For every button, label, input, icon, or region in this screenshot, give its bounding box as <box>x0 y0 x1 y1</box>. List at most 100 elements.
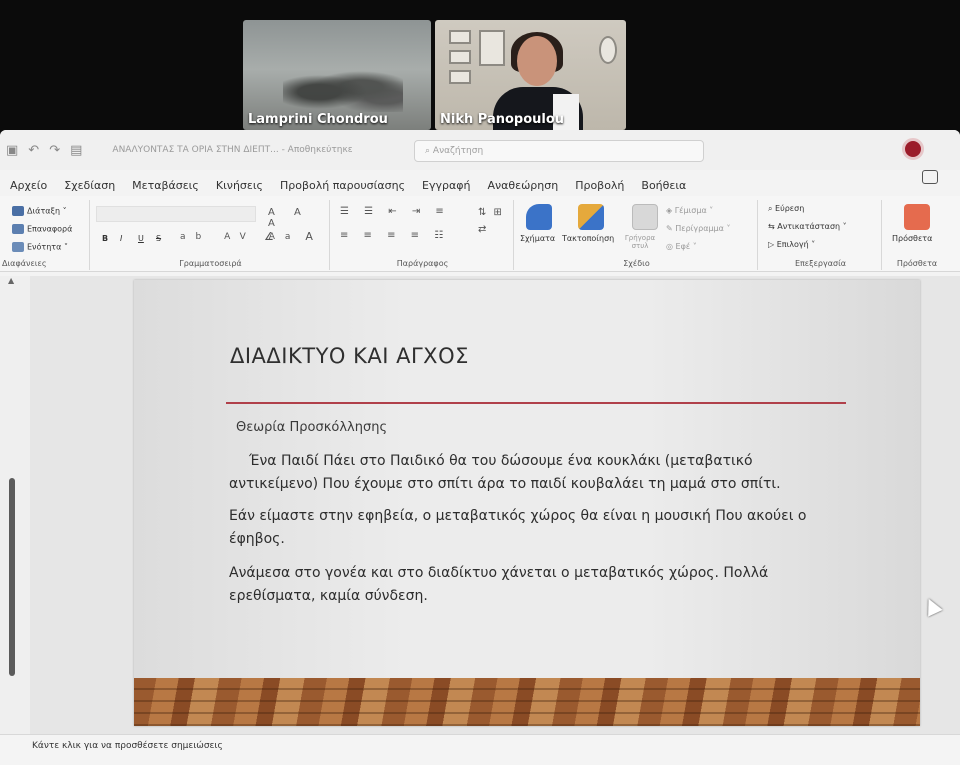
video-background <box>283 62 403 112</box>
arrange-icon <box>578 204 604 230</box>
italic-button[interactable]: I <box>120 234 122 243</box>
outline-label: Περίγραμμα <box>675 224 724 233</box>
align-buttons[interactable]: ≡ ≡ ≡ ≡ ☷ <box>340 230 449 241</box>
select-label: Επιλογή <box>776 240 809 249</box>
list-buttons[interactable]: ☰ ☰ ⇤ ⇥ ≡ <box>340 206 450 217</box>
participant-name: Lamprini Chondrou <box>248 112 388 127</box>
shape-effects-button[interactable]: ◎ Εφέ ˅ <box>666 242 697 251</box>
wall-frame <box>449 70 471 84</box>
title-bar: ▣ ↶ ↷ ▤ ΑΝΑΛΥΟΝΤΑΣ ΤΑ ΟΡΙΑ ΣΤΗΝ ΔΙΕΠΤ...… <box>0 130 960 170</box>
wall-frame <box>449 50 471 64</box>
thumbnail-pane[interactable] <box>0 276 30 736</box>
quick-access-toolbar: ▣ ↶ ↷ ▤ <box>6 143 82 158</box>
fill-label: Γέμισμα <box>674 206 707 215</box>
find-button[interactable]: ⌕ Εύρεση <box>768 204 804 214</box>
notes-placeholder[interactable]: Κάντε κλικ για να προσθέσετε σημειώσεις <box>32 741 223 751</box>
participant-tile[interactable]: Nikh Panopoulou <box>435 20 626 130</box>
participant-name: Nikh Panopoulou <box>440 112 565 127</box>
section-label: Ενότητα <box>27 242 62 252</box>
group-label: Σχέδιο <box>623 259 650 268</box>
quick-styles-icon <box>632 204 658 230</box>
redo-icon[interactable]: ↷ <box>49 143 60 158</box>
shape-outline-button[interactable]: ✎ Περίγραμμα ˅ <box>666 224 730 233</box>
tab-review[interactable]: Αναθεώρηση <box>487 179 558 192</box>
section-icon <box>12 242 24 252</box>
tab-record[interactable]: Εγγραφή <box>422 179 470 192</box>
paragraph-group: ☰ ☰ ⇤ ⇥ ≡ ≡ ≡ ≡ ≡ ☷ ⇅ ⊞ ⇄ Παράγραφος <box>332 200 514 270</box>
ribbon-tabs: Αρχείο Σχεδίαση Μεταβάσεις Κινήσεις Προβ… <box>0 174 960 196</box>
replace-button[interactable]: ⇆ Αντικατάσταση ˅ <box>768 222 847 231</box>
addins-group: Πρόσθετα Πρόσθετα <box>884 200 950 270</box>
pointer-icon: ▷ <box>768 240 775 249</box>
shape-fill-button[interactable]: ◈ Γέμισμα ˅ <box>666 206 713 215</box>
section-button[interactable]: Ενότητα ˅ <box>12 242 68 252</box>
scroll-up-icon[interactable]: ▲ <box>8 276 14 285</box>
select-button[interactable]: ▷ Επιλογή ˅ <box>768 240 815 249</box>
tab-animations[interactable]: Κινήσεις <box>216 179 263 192</box>
font-size-buttons[interactable]: A A A <box>268 207 329 229</box>
avatar[interactable] <box>902 138 924 160</box>
group-label: Παράγραφος <box>396 259 449 268</box>
wall-frame <box>449 30 471 44</box>
underline-button[interactable]: U <box>138 234 144 243</box>
slide[interactable]: ΔΙΑΔΙΚΤΥΟ ΚΑΙ ΑΓΧΟΣ Θεωρία Προσκόλλησης … <box>134 280 920 726</box>
slide-paragraph[interactable]: Εάν είμαστε στην εφηβεία, ο μεταβατικός … <box>229 505 839 551</box>
editing-group: ⌕ Εύρεση ⇆ Αντικατάσταση ˅ ▷ Επιλογή ˅ Ε… <box>760 200 882 270</box>
tab-slideshow[interactable]: Προβολή παρουσίασης <box>280 179 405 192</box>
font-name-box[interactable] <box>96 206 256 222</box>
tab-design[interactable]: Σχεδίαση <box>64 179 115 192</box>
group-label: Επεξεργασία <box>794 259 847 268</box>
scrollbar[interactable] <box>9 478 15 676</box>
slide-subtitle[interactable]: Θεωρία Προσκόλλησης <box>236 420 387 435</box>
save-icon[interactable]: ▣ <box>6 143 18 158</box>
layout-button[interactable]: Διάταξη ˅ <box>12 206 67 216</box>
layout-icon <box>12 206 24 216</box>
search-placeholder: Αναζήτηση <box>432 146 484 156</box>
search-input[interactable]: ⌕ Αναζήτηση <box>414 140 704 162</box>
document-title: ΑΝΑΛΥΟΝΤΑΣ ΤΑ ΟΡΙΑ ΣΤΗΝ ΔΙΕΠΤ... - Αποθη… <box>112 145 353 155</box>
font-group: A A A B I U S ab AV Aa ∠ A Γραμματοσειρά <box>92 200 330 270</box>
find-label: Εύρεση <box>775 204 805 213</box>
shapes-icon <box>526 204 552 230</box>
video-strip: Lamprini Chondrou Nikh Panopoulou <box>243 20 626 130</box>
reset-label: Επαναφορά <box>27 224 73 234</box>
addins-icon <box>904 204 930 230</box>
font-color-buttons[interactable]: ∠ A <box>264 230 327 243</box>
slides-group: Διάταξη ˅ Επαναφορά Ενότητα ˅ Διαφάνειες <box>0 200 90 270</box>
tab-transitions[interactable]: Μεταβάσεις <box>132 179 199 192</box>
bold-button[interactable]: B <box>102 234 108 243</box>
tab-view[interactable]: Προβολή <box>575 179 624 192</box>
quick-styles-button[interactable]: Γρήγορα στυλ <box>620 234 660 250</box>
slide-title[interactable]: ΔΙΑΔΙΚΤΥΟ ΚΑΙ ΑΓΧΟΣ <box>230 344 469 368</box>
text-direction-buttons[interactable]: ⇅ ⊞ ⇄ <box>478 204 508 238</box>
arrange-button[interactable]: Τακτοποίηση <box>562 234 614 243</box>
replace-label: Αντικατάσταση <box>777 222 841 231</box>
shapes-button[interactable]: Σχήματα <box>520 234 555 243</box>
strikethrough-button[interactable]: S <box>156 234 161 243</box>
replace-icon: ⇆ <box>768 222 775 231</box>
addins-button[interactable]: Πρόσθετα <box>892 234 932 243</box>
wood-floor-decoration <box>134 678 920 726</box>
drawing-group: Σχήματα Τακτοποίηση Γρήγορα στυλ ◈ Γέμισ… <box>516 200 758 270</box>
present-icon[interactable]: ▤ <box>70 143 82 158</box>
ribbon: Διάταξη ˅ Επαναφορά Ενότητα ˅ Διαφάνειες… <box>0 196 960 272</box>
comments-icon[interactable] <box>922 170 938 184</box>
tab-help[interactable]: Βοήθεια <box>641 179 686 192</box>
slide-paragraph[interactable]: Ανάμεσα στο γονέα και στο διαδίκτυο χάνε… <box>229 562 839 608</box>
layout-label: Διάταξη <box>27 206 61 216</box>
notes-pane[interactable]: Κάντε κλικ για να προσθέσετε σημειώσεις <box>0 734 960 765</box>
reset-icon <box>12 224 24 234</box>
participant-tile[interactable]: Lamprini Chondrou <box>243 20 431 130</box>
undo-icon[interactable]: ↶ <box>28 143 39 158</box>
wall-clock <box>599 36 617 64</box>
group-label: Διαφάνειες <box>2 259 47 268</box>
slide-paragraph[interactable]: Ένα Παιδί Πάει στο Παιδικό θα του δώσουμ… <box>229 450 839 496</box>
group-label: Πρόσθετα <box>896 259 938 268</box>
search-icon: ⌕ <box>768 204 773 213</box>
app-window: ▣ ↶ ↷ ▤ ΑΝΑΛΥΟΝΤΑΣ ΤΑ ΟΡΙΑ ΣΤΗΝ ΔΙΕΠΤ...… <box>0 130 960 765</box>
title-divider <box>226 402 846 404</box>
effects-label: Εφέ <box>675 242 691 251</box>
tab-file[interactable]: Αρχείο <box>10 179 47 192</box>
group-label: Γραμματοσειρά <box>179 259 242 268</box>
reset-button[interactable]: Επαναφορά <box>12 224 72 234</box>
